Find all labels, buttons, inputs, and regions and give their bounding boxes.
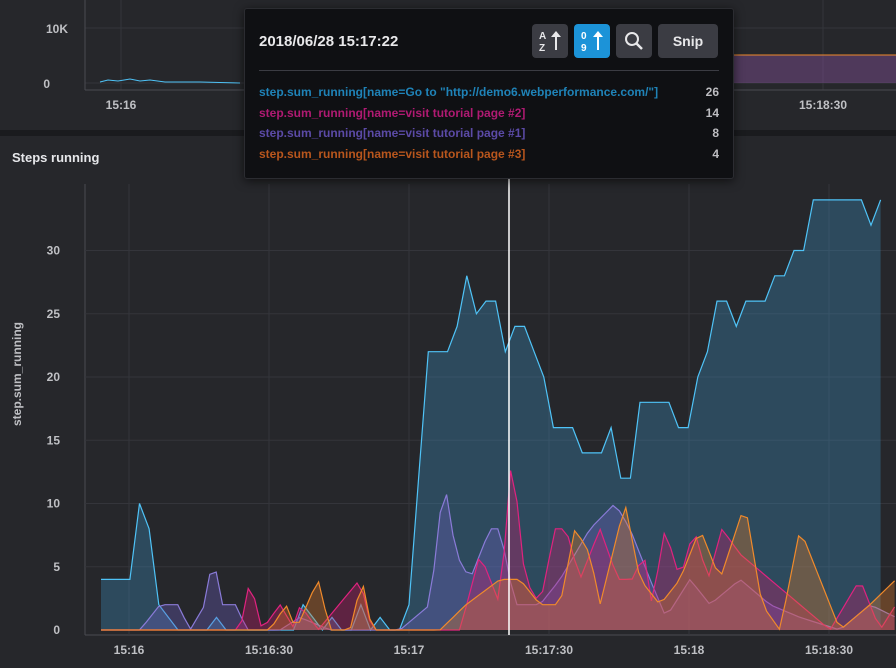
tooltip-row-value: 14 — [705, 106, 719, 120]
y-tick-label: 30 — [47, 244, 61, 258]
tooltip-row-value: 26 — [705, 85, 719, 99]
top-y-tick-10k: 10K — [46, 22, 68, 36]
y-tick-label: 15 — [47, 433, 61, 447]
x-tick-label: 15:18 — [674, 643, 705, 657]
hover-tooltip: 2018/06/28 15:17:22 A Z 0 9 Snip step.su… — [244, 8, 734, 179]
search-icon — [625, 32, 643, 50]
x-tick-label: 15:18:30 — [805, 643, 853, 657]
top-x-tick-151830: 15:18:30 — [799, 98, 847, 112]
tooltip-row-page-1: step.sum_running[name=visit tutorial pag… — [259, 126, 719, 140]
tooltip-timestamp: 2018/06/28 15:17:22 — [259, 33, 399, 50]
x-tick-label: 15:17:30 — [525, 643, 573, 657]
y-tick-label: 20 — [47, 370, 61, 384]
svg-text:0: 0 — [581, 31, 587, 42]
svg-text:9: 9 — [581, 43, 587, 54]
x-tick-label: 15:16 — [114, 643, 145, 657]
y-tick-label: 10 — [47, 497, 61, 511]
x-tick-label: 15:16:30 — [245, 643, 293, 657]
tooltip-row-go-to: step.sum_running[name=Go to "http://demo… — [259, 85, 719, 99]
tooltip-row-label: step.sum_running[name=visit tutorial pag… — [259, 126, 526, 140]
tooltip-row-label: step.sum_running[name=visit tutorial pag… — [259, 147, 526, 161]
tooltip-row-label: step.sum_running[name=visit tutorial pag… — [259, 106, 526, 120]
sort-az-icon: A Z — [539, 31, 561, 54]
svg-text:Z: Z — [539, 43, 545, 54]
sort-alpha-button[interactable]: A Z — [532, 24, 568, 58]
tooltip-row-page-3: step.sum_running[name=visit tutorial pag… — [259, 147, 719, 161]
snip-button[interactable]: Snip — [658, 24, 718, 58]
svg-text:A: A — [539, 31, 546, 42]
steps-running-chart[interactable]: 0 5 10 15 20 25 30 15:16 15:16:30 15:17 15:17:30 15… — [0, 136, 896, 668]
tooltip-separator — [259, 70, 719, 71]
steps-running-panel: Steps running step.sum_running 0 5 10 15 20 2… — [0, 136, 896, 668]
sort-09-icon: 0 9 — [581, 31, 603, 54]
sort-numeric-button[interactable]: 0 9 — [574, 24, 610, 58]
tooltip-row-value: 8 — [712, 126, 719, 140]
top-x-tick-1516: 15:16 — [106, 98, 137, 112]
y-tick-label: 25 — [47, 307, 61, 321]
x-tick-label: 15:17 — [394, 643, 425, 657]
tooltip-row-page-2: step.sum_running[name=visit tutorial pag… — [259, 106, 719, 120]
y-tick-label: 5 — [53, 560, 60, 574]
top-y-tick-0: 0 — [43, 77, 50, 91]
tooltip-row-label: step.sum_running[name=Go to "http://demo… — [259, 85, 659, 99]
zoom-button[interactable] — [616, 24, 652, 58]
tooltip-row-value: 4 — [712, 147, 719, 161]
y-tick-label: 0 — [53, 623, 60, 637]
